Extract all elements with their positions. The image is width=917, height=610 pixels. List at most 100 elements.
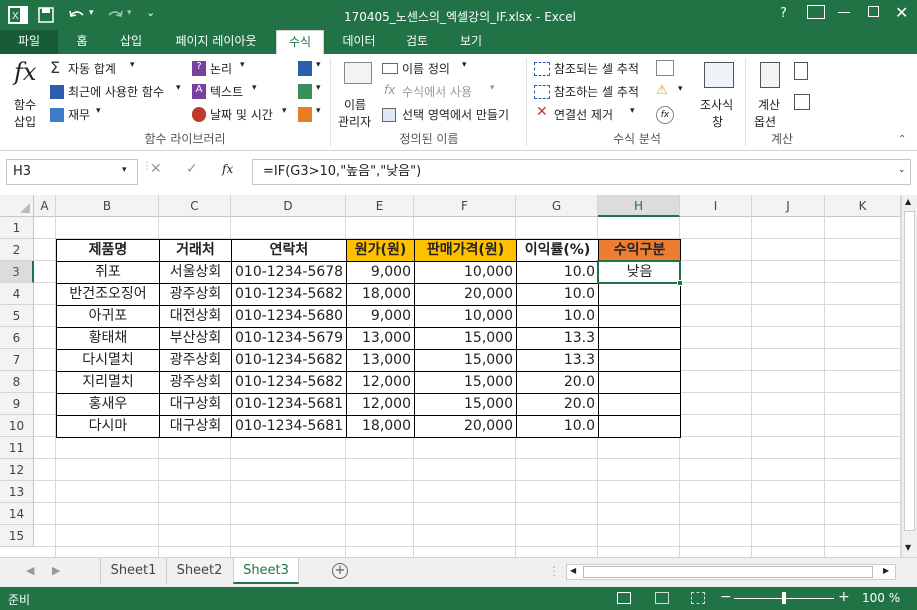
- table-cell[interactable]: 15,000: [414, 371, 517, 394]
- table-cell[interactable]: [598, 415, 681, 438]
- zoom-out-icon[interactable]: −: [720, 589, 732, 605]
- next-sheet-icon[interactable]: ▶: [52, 564, 60, 577]
- customize-qat-icon[interactable]: ⌄: [146, 6, 155, 19]
- save-icon[interactable]: [38, 7, 54, 23]
- math-trig-button[interactable]: ▾: [298, 83, 324, 101]
- table-cell[interactable]: 20,000: [414, 415, 517, 438]
- table-cell[interactable]: 광주상회: [159, 349, 232, 372]
- scroll-right-icon[interactable]: ▶: [883, 566, 889, 575]
- tab-view[interactable]: 보기: [448, 30, 494, 54]
- table-header-cell[interactable]: 수익구분: [598, 239, 681, 262]
- table-header-cell[interactable]: 판매가격(원): [414, 239, 517, 262]
- table-cell[interactable]: 10,000: [414, 305, 517, 328]
- table-cell[interactable]: 광주상회: [159, 283, 232, 306]
- table-cell[interactable]: 9,000: [346, 305, 415, 328]
- table-cell[interactable]: 황태채: [56, 327, 160, 350]
- table-cell[interactable]: 15,000: [414, 349, 517, 372]
- redo-dropdown-icon[interactable]: ▾: [127, 8, 132, 18]
- table-cell[interactable]: 쥐포: [56, 261, 160, 284]
- table-cell[interactable]: 15,000: [414, 327, 517, 350]
- table-cell[interactable]: 대전상회: [159, 305, 232, 328]
- table-cell[interactable]: 13,000: [346, 349, 415, 372]
- table-cell[interactable]: 010-1234-5682: [231, 371, 347, 394]
- table-cell[interactable]: 13.3: [516, 349, 599, 372]
- error-checking-button[interactable]: ⚠ ▾: [656, 83, 688, 100]
- calculation-options-button[interactable]: 계산 옵션: [752, 58, 788, 129]
- ribbon-display-icon[interactable]: [807, 5, 825, 19]
- name-box-dropdown-icon[interactable]: ▾: [122, 165, 127, 175]
- table-cell[interactable]: [598, 349, 681, 372]
- formula-input[interactable]: =IF(G3>10,"높음","낮음"): [252, 159, 911, 185]
- table-cell[interactable]: 010-1234-5682: [231, 283, 347, 306]
- table-cell[interactable]: 18,000: [346, 283, 415, 306]
- table-cell[interactable]: 010-1234-5679: [231, 327, 347, 350]
- vertical-scrollbar[interactable]: ▲ ▼: [901, 195, 917, 557]
- vertical-scroll-thumb[interactable]: [904, 211, 915, 531]
- table-cell[interactable]: 20.0: [516, 393, 599, 416]
- watch-window-button[interactable]: 조사식 창: [698, 58, 742, 129]
- page-layout-view-icon[interactable]: [655, 592, 669, 604]
- scroll-left-icon[interactable]: ◀: [570, 566, 576, 575]
- table-cell[interactable]: 12,000: [346, 393, 415, 416]
- table-cell[interactable]: 010-1234-5682: [231, 349, 347, 372]
- table-cell[interactable]: 아귀포: [56, 305, 160, 328]
- table-cell[interactable]: 지리멸치: [56, 371, 160, 394]
- undo-dropdown-icon[interactable]: ▾: [89, 8, 94, 18]
- table-cell[interactable]: 서울상회: [159, 261, 232, 284]
- table-cell[interactable]: 홍새우: [56, 393, 160, 416]
- table-cell[interactable]: 대구상회: [159, 393, 232, 416]
- table-cell[interactable]: 반건조오징어: [56, 283, 160, 306]
- sheet-tab-sheet3[interactable]: Sheet3: [233, 558, 299, 584]
- table-cell[interactable]: [598, 305, 681, 328]
- table-cell[interactable]: [598, 327, 681, 350]
- prev-sheet-icon[interactable]: ◀: [26, 564, 34, 577]
- scroll-down-icon[interactable]: ▼: [905, 543, 911, 552]
- close-icon[interactable]: ✕: [895, 3, 908, 22]
- table-cell[interactable]: 10.0: [516, 415, 599, 438]
- table-header-cell[interactable]: 제품명: [56, 239, 160, 262]
- zoom-level[interactable]: 100 %: [862, 591, 900, 605]
- tab-file[interactable]: 파일: [0, 30, 58, 54]
- table-cell[interactable]: 10,000: [414, 261, 517, 284]
- page-break-view-icon[interactable]: [691, 592, 705, 604]
- name-manager-button[interactable]: 이름 관리자: [336, 58, 380, 129]
- table-cell[interactable]: 010-1234-5680: [231, 305, 347, 328]
- tab-page-layout[interactable]: 페이지 레이아웃: [162, 30, 270, 54]
- table-cell[interactable]: 13,000: [346, 327, 415, 350]
- worksheet-grid[interactable]: ABCDEFGHIJK 1 2 3 4 5 6 7 8 9 10 11 12 13 14 15 제품명 거래처…: [0, 195, 901, 557]
- scroll-up-icon[interactable]: ▲: [905, 197, 911, 206]
- insert-function-icon[interactable]: fx: [222, 162, 233, 176]
- lookup-reference-button[interactable]: ▾: [298, 60, 324, 78]
- help-button[interactable]: ?: [780, 6, 787, 21]
- maximize-icon[interactable]: [868, 6, 879, 17]
- show-formulas-icon[interactable]: [656, 60, 674, 76]
- table-cell[interactable]: [598, 393, 681, 416]
- table-cell[interactable]: 다시멸치: [56, 349, 160, 372]
- table-cell[interactable]: 10.0: [516, 283, 599, 306]
- tab-review[interactable]: 검토: [394, 30, 440, 54]
- table-cell[interactable]: 다시마: [56, 415, 160, 438]
- table-cell[interactable]: 10.0: [516, 261, 599, 284]
- table-cell[interactable]: 13.3: [516, 327, 599, 350]
- table-header-cell[interactable]: 거래처: [159, 239, 232, 262]
- horizontal-scrollbar[interactable]: ◀ ▶: [566, 564, 896, 580]
- table-cell[interactable]: 9,000: [346, 261, 415, 284]
- sheet-tab-sheet1[interactable]: Sheet1: [100, 558, 166, 584]
- redo-icon[interactable]: [106, 7, 124, 23]
- table-cell[interactable]: 12,000: [346, 371, 415, 394]
- table-cell[interactable]: 18,000: [346, 415, 415, 438]
- cancel-icon[interactable]: ✕: [150, 161, 162, 177]
- minimize-icon[interactable]: [838, 12, 850, 13]
- new-sheet-icon[interactable]: +: [332, 563, 348, 579]
- zoom-in-icon[interactable]: +: [838, 589, 850, 605]
- table-cell[interactable]: 010-1234-5681: [231, 393, 347, 416]
- table-cell[interactable]: [598, 371, 681, 394]
- zoom-slider-thumb[interactable]: [782, 592, 786, 604]
- table-cell[interactable]: 010-1234-5678: [231, 261, 347, 284]
- table-header-cell[interactable]: 원가(원): [346, 239, 415, 262]
- expand-formula-bar-icon[interactable]: ⌄: [898, 165, 906, 175]
- horizontal-scroll-thumb[interactable]: [583, 566, 873, 578]
- enter-icon[interactable]: ✓: [186, 161, 198, 177]
- more-functions-button[interactable]: ▾: [298, 106, 324, 124]
- calculate-sheet-icon[interactable]: [794, 94, 810, 110]
